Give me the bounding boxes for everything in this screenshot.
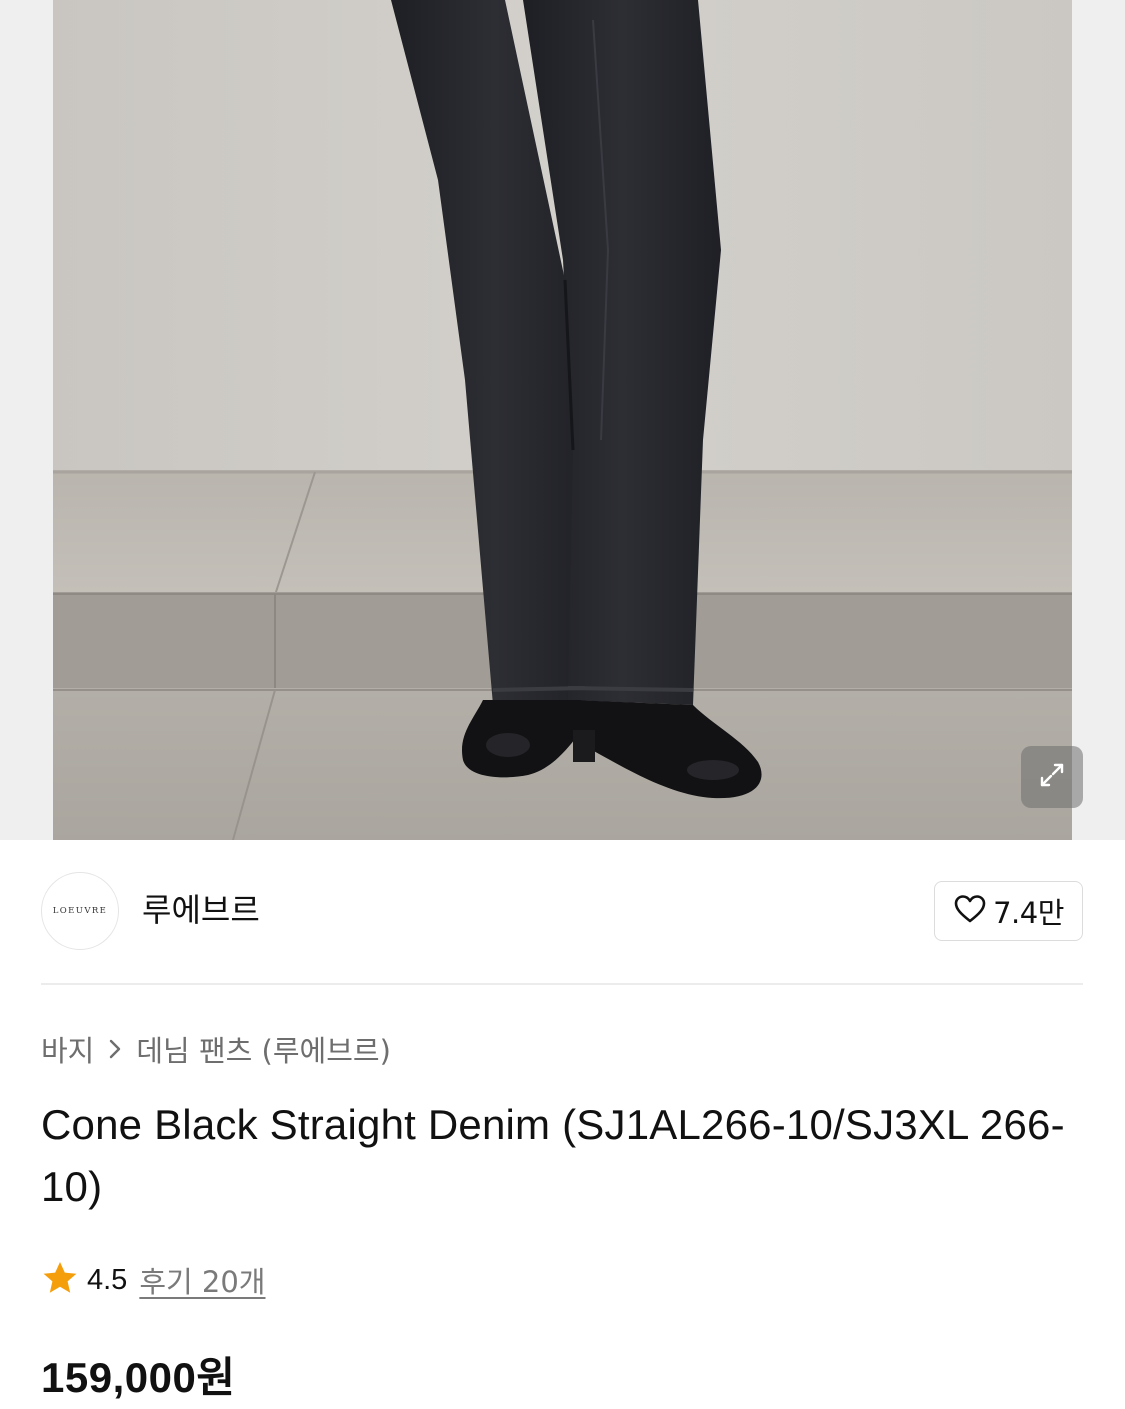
breadcrumb-item-denim-pants[interactable]: 데님 팬츠 (루에브르) (136, 1028, 391, 1070)
product-image-area (0, 0, 1125, 840)
breadcrumb-item-pants[interactable]: 바지 (41, 1028, 94, 1070)
chevron-right-icon (108, 1038, 122, 1060)
rating-value: 4.5 (87, 1263, 128, 1296)
product-photo[interactable] (53, 0, 1072, 840)
brand-logo-text: LOEUVRE (52, 906, 108, 916)
product-photo-illustration (53, 0, 1072, 840)
reviews-link[interactable]: 후기 20개 (139, 1259, 265, 1301)
product-page: LOEUVRE 루에브르 7.4만 바지 데님 팬츠 (루에브르) Cone B… (0, 0, 1125, 1409)
star-icon (41, 1260, 79, 1300)
product-title: Cone Black Straight Denim (SJ1AL266-10/S… (41, 1101, 1065, 1210)
expand-image-button[interactable] (1021, 746, 1083, 808)
rating-row: 4.5 후기 20개 (41, 1258, 266, 1302)
brand-logo[interactable]: LOEUVRE (41, 872, 119, 950)
brand-name[interactable]: 루에브르 (142, 888, 260, 932)
like-count: 7.4만 (993, 896, 1064, 930)
product-price: 159,000원 (41, 1354, 236, 1401)
like-button[interactable]: 7.4만 (934, 881, 1083, 941)
breadcrumb: 바지 데님 팬츠 (루에브르) (41, 1026, 391, 1072)
expand-arrows-icon (1038, 761, 1066, 793)
heart-outline-icon (953, 894, 987, 928)
divider (41, 983, 1083, 985)
